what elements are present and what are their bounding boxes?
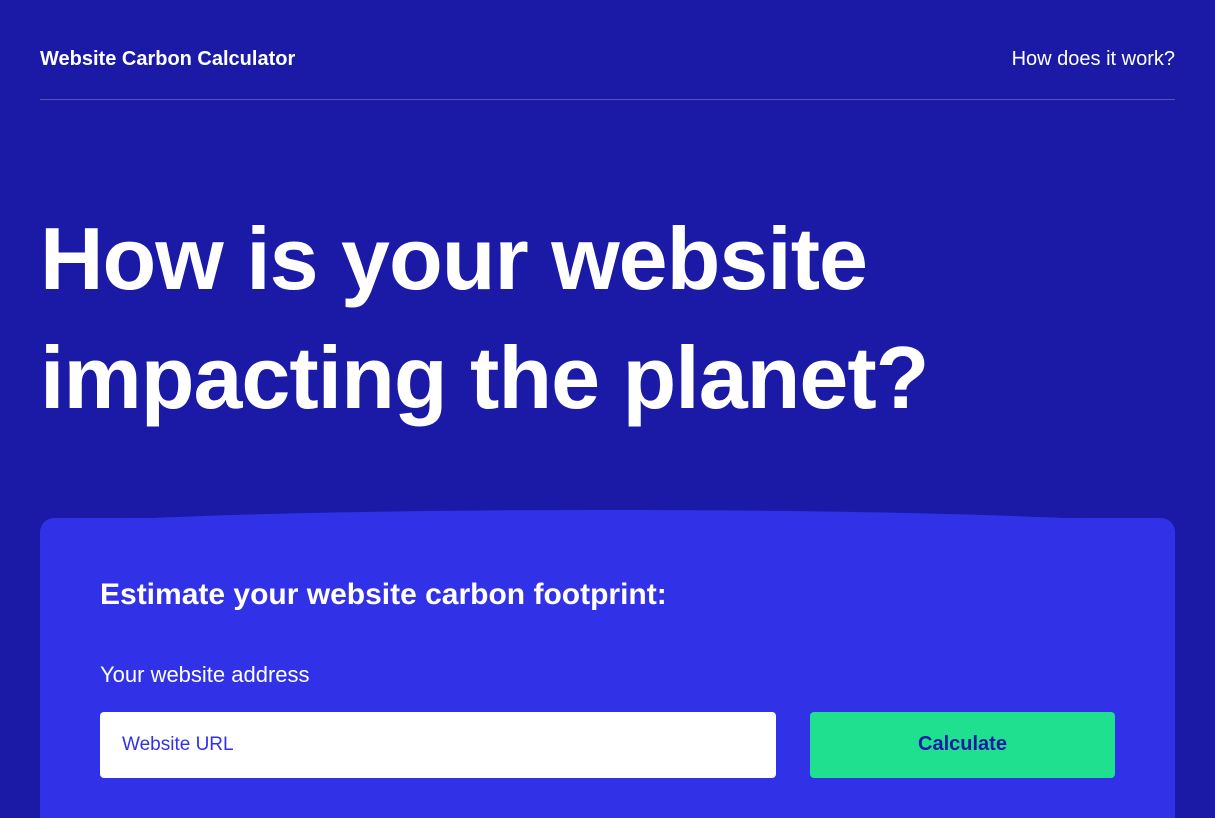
logo[interactable]: Website Carbon Calculator bbox=[40, 48, 295, 71]
hero-title: How is your website impacting the planet… bbox=[40, 200, 1175, 438]
nav-how-does-it-work[interactable]: How does it work? bbox=[1012, 48, 1175, 71]
calculator-card: Estimate your website carbon footprint: … bbox=[40, 518, 1175, 818]
card-title: Estimate your website carbon footprint: bbox=[100, 578, 1115, 612]
url-input[interactable] bbox=[100, 712, 776, 778]
input-row: Calculate bbox=[100, 712, 1115, 778]
hero-section: How is your website impacting the planet… bbox=[0, 100, 1215, 518]
calculate-button[interactable]: Calculate bbox=[810, 712, 1115, 778]
url-input-label: Your website address bbox=[100, 662, 1115, 688]
header: Website Carbon Calculator How does it wo… bbox=[0, 0, 1215, 99]
